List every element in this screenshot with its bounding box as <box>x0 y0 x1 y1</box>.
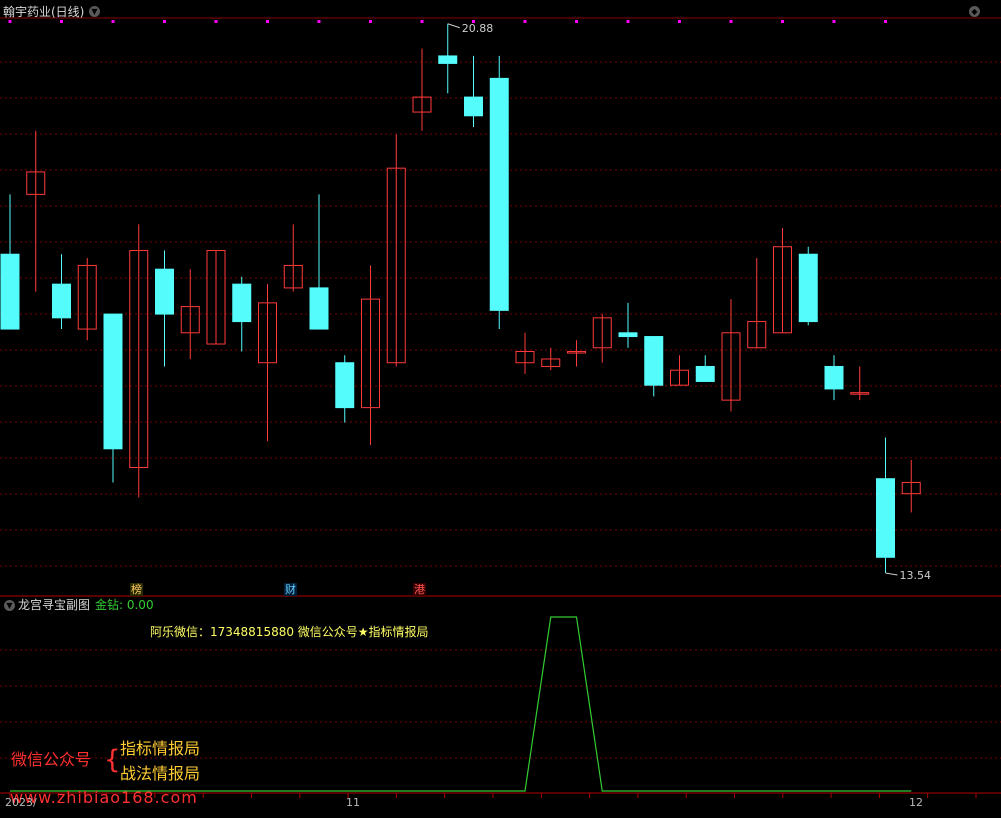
axis-label-year: 2023/ <box>5 796 37 809</box>
marker-dot <box>575 20 578 23</box>
main-panel-title: 翰宇药业(日线) <box>3 5 85 19</box>
candle-down <box>438 55 458 64</box>
candle-down <box>876 478 895 558</box>
marker-dot <box>214 20 218 23</box>
marker-dot <box>111 20 115 23</box>
marker-dot <box>729 20 733 23</box>
marker-dot <box>60 20 63 23</box>
candle-down <box>798 253 818 323</box>
indicator-note: 阿乐微信：17348815880 微信公众号★指标情报局 <box>150 625 429 639</box>
marker-dot <box>266 20 269 23</box>
axis-label-dec: 12 <box>909 796 923 809</box>
candle-down <box>232 283 252 323</box>
candle-down <box>618 332 638 338</box>
event-marker-cai[interactable]: 财 <box>284 583 297 596</box>
candle-down <box>155 268 174 315</box>
low-label: 13.54 <box>900 569 932 582</box>
kline-chart: 20.88 13.54 <box>0 17 1001 798</box>
low-pointer <box>885 572 898 576</box>
candle-down <box>644 336 664 386</box>
promo-line-1: 指标情报局 <box>120 739 201 758</box>
marker-dot <box>163 20 166 23</box>
marker-dot <box>8 20 12 23</box>
high-label: 20.88 <box>462 22 494 35</box>
candle-down <box>335 362 355 409</box>
marker-dot <box>369 20 372 23</box>
candle-down <box>103 313 123 450</box>
title-dropdown-icon[interactable]: ▼ <box>89 6 100 17</box>
event-marker-bang[interactable]: 榜 <box>130 583 143 596</box>
marker-dot <box>832 20 836 23</box>
promo-left-text: 微信公众号 <box>11 750 92 769</box>
marker-dot <box>781 20 784 23</box>
candle-down <box>695 365 715 382</box>
marker-dot <box>678 20 681 23</box>
marker-dot <box>523 20 527 23</box>
watermark: www.zhibiao168.com <box>10 788 198 807</box>
marker-dot <box>420 20 424 23</box>
candle-down <box>52 283 71 319</box>
high-pointer <box>447 23 460 29</box>
candle-down <box>824 365 844 390</box>
candle-down <box>489 77 509 311</box>
indicator-value: 金钻: 0.00 <box>95 598 154 612</box>
event-marker-gang[interactable]: 港 <box>413 583 426 596</box>
marker-dot <box>884 20 887 23</box>
marker-dot <box>626 20 630 23</box>
candle-down <box>0 253 20 330</box>
panel-expand-icon[interactable]: ◆ <box>969 6 980 17</box>
candle-down <box>309 287 329 330</box>
promo-line-2: 战法情报局 <box>120 764 201 783</box>
axis-label-nov: 11 <box>346 796 360 809</box>
chart-stage: 20.88 13.54 翰宇药业(日线) ▼ ◆ ▼ 龙宫寻宝副图 金钻: 0.0… <box>0 0 1001 814</box>
sub-panel-title: 龙宫寻宝副图 <box>18 598 91 612</box>
candle-down <box>464 96 483 117</box>
promo-brace: { <box>104 745 121 775</box>
sub-panel-dropdown-icon[interactable]: ▼ <box>4 600 15 611</box>
marker-dot <box>317 20 321 23</box>
